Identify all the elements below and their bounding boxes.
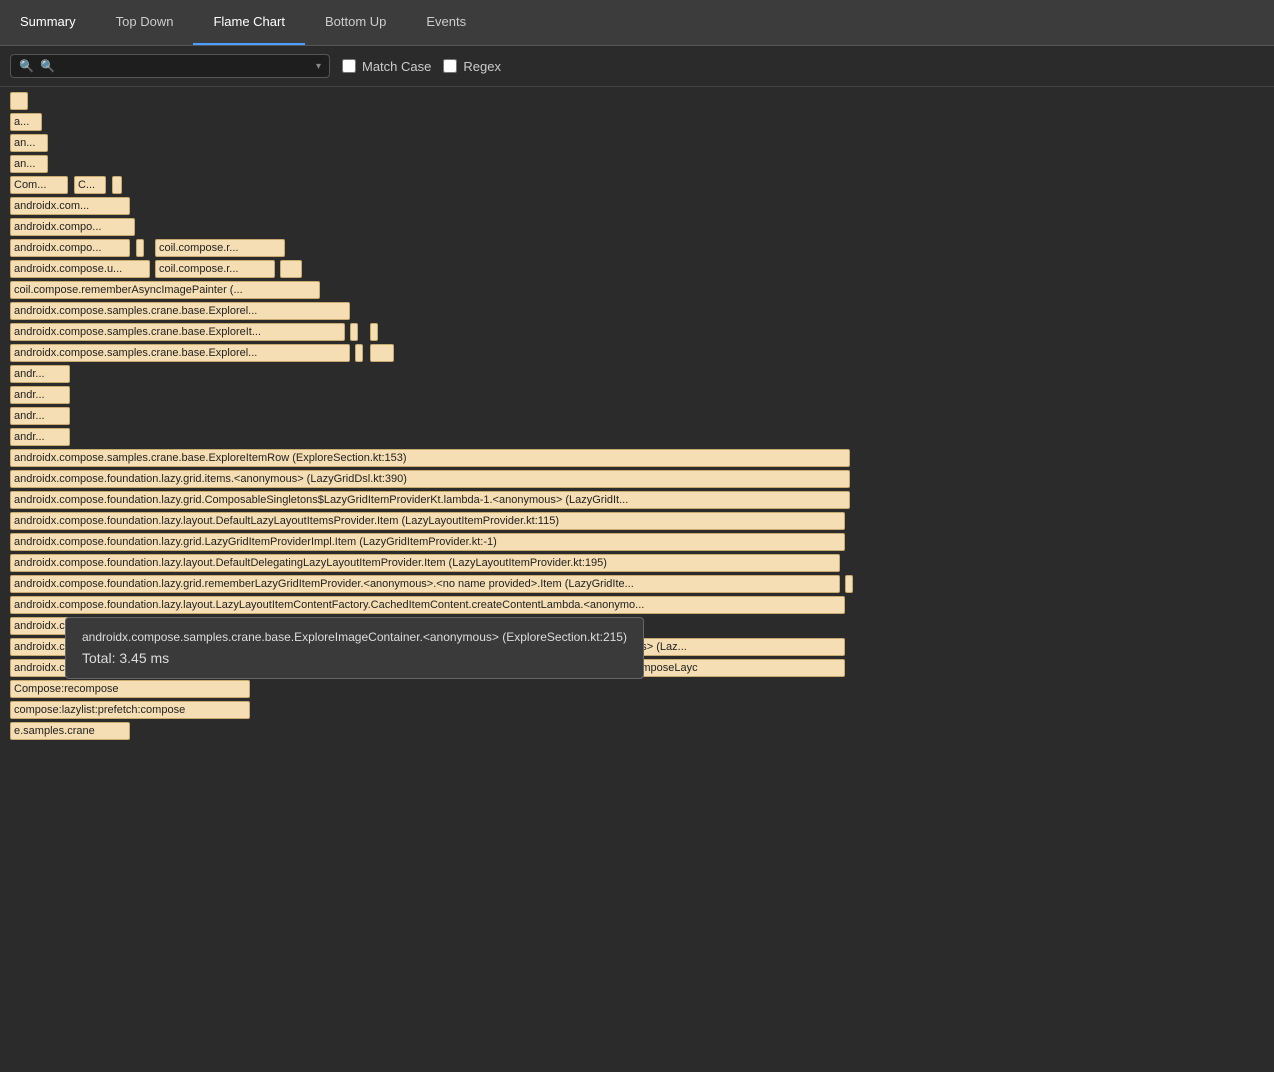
search-dropdown-arrow[interactable]: ▾ xyxy=(316,61,321,72)
flame-block[interactable] xyxy=(10,92,28,110)
flame-row: andr... xyxy=(0,386,1274,406)
flame-row: andr... xyxy=(0,428,1274,448)
tab-bottom-up[interactable]: Bottom Up xyxy=(305,0,406,45)
search-wrapper: 🔍 ▾ xyxy=(10,54,330,78)
search-icon: 🔍 xyxy=(19,59,34,73)
flame-block[interactable] xyxy=(845,575,853,593)
tooltip-total: Total: 3.45 ms xyxy=(82,650,627,666)
match-case-text: Match Case xyxy=(362,59,431,74)
tab-events-label: Events xyxy=(426,14,466,29)
flame-block[interactable]: androidx.compose.foundation.lazy.grid.La… xyxy=(10,533,845,551)
flame-block[interactable]: Com... xyxy=(10,176,68,194)
flame-block[interactable] xyxy=(350,323,358,341)
flame-row: androidx.compose.foundation.lazy.layout.… xyxy=(0,596,1274,616)
flame-row: androidx.compose.samples.crane.base.Expl… xyxy=(0,344,1274,364)
tab-flame-chart[interactable]: Flame Chart xyxy=(193,0,305,45)
flame-block[interactable]: androidx.compo... xyxy=(10,239,130,257)
flame-block[interactable]: an... xyxy=(10,155,48,173)
flame-block[interactable] xyxy=(355,344,363,362)
flame-block[interactable]: andr... xyxy=(10,365,70,383)
flame-block[interactable]: androidx.compose.foundation.lazy.layout.… xyxy=(10,596,845,614)
tab-summary[interactable]: Summary xyxy=(0,0,96,45)
regex-text: Regex xyxy=(463,59,501,74)
flame-block[interactable] xyxy=(112,176,122,194)
flame-block[interactable]: andr... xyxy=(10,407,70,425)
tab-flame-chart-label: Flame Chart xyxy=(213,14,285,29)
flame-row: andr... xyxy=(0,407,1274,427)
flame-row: andr... xyxy=(0,365,1274,385)
flame-block[interactable] xyxy=(136,239,144,257)
flame-block[interactable]: coil.compose.r... xyxy=(155,260,275,278)
flame-row: Compose:recompose xyxy=(0,680,1274,700)
match-case-label[interactable]: Match Case xyxy=(342,59,431,74)
flame-block[interactable]: androidx.compose.foundation.lazy.layout.… xyxy=(10,554,840,572)
tab-bottom-up-label: Bottom Up xyxy=(325,14,386,29)
flame-row: androidx.compo... xyxy=(0,218,1274,238)
tab-events[interactable]: Events xyxy=(406,0,486,45)
tab-top-down-label: Top Down xyxy=(116,14,174,29)
flame-block[interactable]: andr... xyxy=(10,386,70,404)
flame-row: androidx.compose.foundation.lazy.grid.Co… xyxy=(0,491,1274,511)
regex-label[interactable]: Regex xyxy=(443,59,501,74)
flame-row: androidx.compose.foundation.lazy.layout.… xyxy=(0,554,1274,574)
flame-row: an... xyxy=(0,134,1274,154)
flame-block[interactable]: androidx.compose.u... xyxy=(10,260,150,278)
flame-block[interactable]: androidx.compose.foundation.lazy.grid.re… xyxy=(10,575,840,593)
flame-block[interactable]: androidx.compose.foundation.lazy.layout.… xyxy=(10,512,845,530)
flame-block[interactable] xyxy=(370,344,394,362)
tabs-bar: Summary Top Down Flame Chart Bottom Up E… xyxy=(0,0,1274,46)
flame-block[interactable]: C... xyxy=(74,176,106,194)
flame-block[interactable]: androidx.compose.samples.crane.base.Expl… xyxy=(10,344,350,362)
flame-row: androidx.compose.foundation.lazy.layout.… xyxy=(0,512,1274,532)
flame-row: an... xyxy=(0,155,1274,175)
flame-block[interactable]: e.samples.crane xyxy=(10,722,130,740)
flame-block[interactable]: androidx.compo... xyxy=(10,218,135,236)
flame-block[interactable]: androidx.compose.foundation.lazy.grid.it… xyxy=(10,470,850,488)
flame-row: androidx.compose.samples.crane.base.Expl… xyxy=(0,323,1274,343)
flame-area: a... an... an... Com... C... androidx.co… xyxy=(0,87,1274,1067)
flame-row: androidx.compose.foundation.lazy.grid.it… xyxy=(0,470,1274,490)
tab-summary-label: Summary xyxy=(20,14,76,29)
flame-row: e.samples.crane xyxy=(0,722,1274,742)
flame-row xyxy=(0,92,1274,112)
search-bar: 🔍 ▾ Match Case Regex xyxy=(0,46,1274,87)
flame-block[interactable]: androidx.compose.foundation.lazy.grid.Co… xyxy=(10,491,850,509)
flame-block[interactable]: an... xyxy=(10,134,48,152)
flame-block[interactable]: Compose:recompose xyxy=(10,680,250,698)
flame-row: androidx.compose.u... coil.compose.r... xyxy=(0,260,1274,280)
flame-row: Com... C... xyxy=(0,176,1274,196)
flame-block[interactable]: andr... xyxy=(10,428,70,446)
flame-block[interactable]: a... xyxy=(10,113,42,131)
flame-row: coil.compose.rememberAsyncImagePainter (… xyxy=(0,281,1274,301)
tooltip: androidx.compose.samples.crane.base.Expl… xyxy=(65,617,644,679)
flame-block[interactable]: androidx.compose.samples.crane.base.Expl… xyxy=(10,323,345,341)
flame-row: a... xyxy=(0,113,1274,133)
search-input[interactable] xyxy=(40,59,312,73)
flame-block[interactable]: coil.compose.rememberAsyncImagePainter (… xyxy=(10,281,320,299)
regex-checkbox[interactable] xyxy=(443,59,457,73)
flame-block[interactable]: coil.compose.r... xyxy=(155,239,285,257)
flame-row: androidx.com... xyxy=(0,197,1274,217)
flame-block[interactable] xyxy=(280,260,302,278)
match-case-checkbox[interactable] xyxy=(342,59,356,73)
flame-row: androidx.compose.foundation.lazy.grid.La… xyxy=(0,533,1274,553)
flame-block[interactable]: compose:lazylist:prefetch:compose xyxy=(10,701,250,719)
flame-row: compose:lazylist:prefetch:compose xyxy=(0,701,1274,721)
flame-block[interactable]: androidx.compose.samples.crane.base.Expl… xyxy=(10,302,350,320)
flame-row: androidx.compose.samples.crane.base.Expl… xyxy=(0,302,1274,322)
flame-block[interactable]: androidx.com... xyxy=(10,197,130,215)
flame-row: androidx.compo... coil.compose.r... xyxy=(0,239,1274,259)
flame-block[interactable] xyxy=(370,323,378,341)
flame-row: androidx.compose.samples.crane.base.Expl… xyxy=(0,449,1274,469)
tooltip-title: androidx.compose.samples.crane.base.Expl… xyxy=(82,630,627,644)
tab-top-down[interactable]: Top Down xyxy=(96,0,194,45)
flame-block[interactable]: androidx.compose.samples.crane.base.Expl… xyxy=(10,449,850,467)
flame-row: androidx.compose.foundation.lazy.grid.re… xyxy=(0,575,1274,595)
